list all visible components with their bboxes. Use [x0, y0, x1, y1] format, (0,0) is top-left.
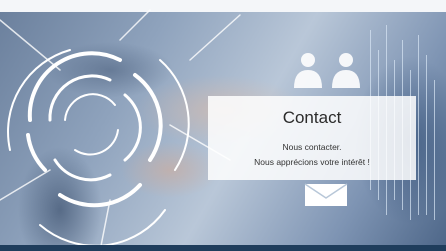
contact-card: Contact Nous contacter. Nous apprécions …: [208, 96, 416, 180]
envelope-icon: [304, 183, 348, 206]
people-group-icon: [294, 53, 360, 88]
contact-title: Contact: [282, 108, 342, 127]
bottom-strip: [0, 245, 446, 251]
contact-message: Nous apprécions votre intérêt !: [254, 157, 370, 167]
contact-banner: Contact Nous contacter. Nous apprécions …: [0, 0, 446, 251]
contact-subtitle: Nous contacter.: [282, 142, 342, 152]
